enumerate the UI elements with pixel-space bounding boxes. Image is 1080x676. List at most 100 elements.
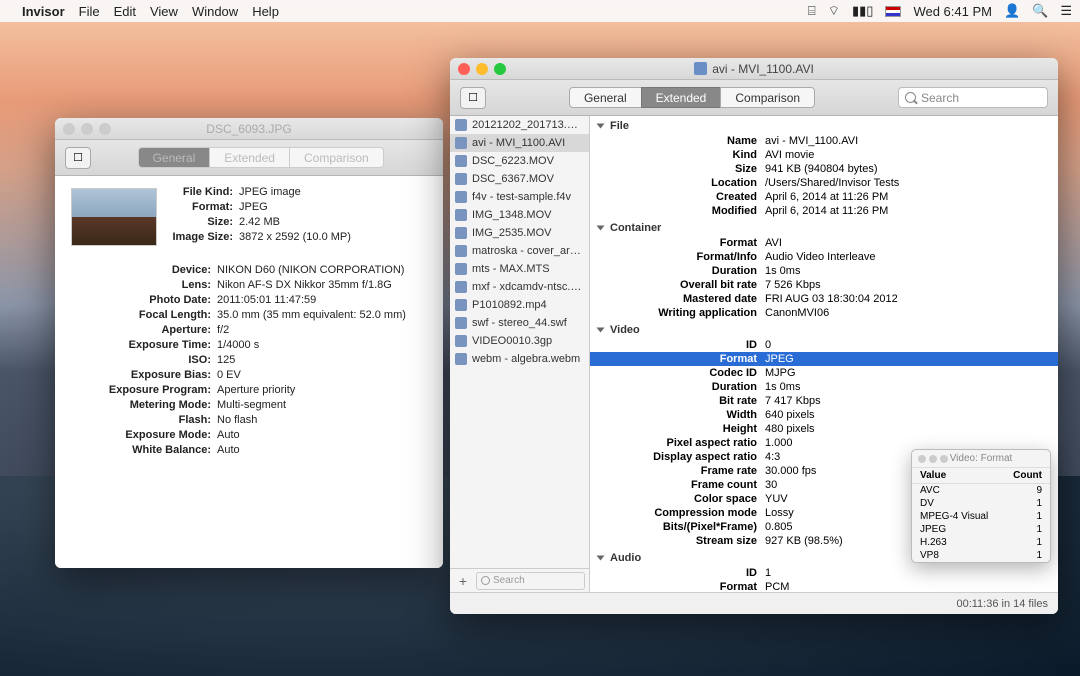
app-name[interactable]: Invisor	[22, 4, 65, 19]
tab-general[interactable]: General	[569, 87, 642, 108]
detail-row[interactable]: Height480 pixels	[590, 422, 1058, 436]
tab-comparison[interactable]: Comparison	[289, 147, 384, 168]
detail-row[interactable]: Writing applicationCanonMVI06	[590, 306, 1058, 320]
file-item[interactable]: P1010892.mp4	[450, 296, 589, 314]
file-item[interactable]: DSC_6223.MOV	[450, 152, 589, 170]
section-header[interactable]: File	[590, 116, 1058, 134]
wifi-icon[interactable]: ⌔	[828, 3, 840, 19]
file-item[interactable]: IMG_1348.MOV	[450, 206, 589, 224]
value: AVI movie	[765, 149, 1058, 161]
titlebar[interactable]: DSC_6093.JPG	[55, 118, 443, 140]
detail-row[interactable]: Nameavi - MVI_1100.AVI	[590, 134, 1058, 148]
value: FRI AUG 03 18:30:04 2012	[765, 293, 1058, 305]
add-button[interactable]: +	[454, 573, 472, 589]
detail-row[interactable]: CreatedApril 6, 2014 at 11:26 PM	[590, 190, 1058, 204]
count: 1	[1012, 550, 1042, 561]
popup-row[interactable]: VP81	[912, 549, 1050, 562]
value: VP8	[920, 550, 1012, 561]
traffic-lights[interactable]	[63, 123, 111, 135]
traffic-lights[interactable]	[458, 63, 506, 75]
titlebar[interactable]: avi - MVI_1100.AVI	[450, 58, 1058, 80]
label: Image Size:	[167, 231, 239, 243]
detail-row[interactable]: Overall bit rate7 526 Kbps	[590, 278, 1058, 292]
file-item[interactable]: matroska - cover_art.mkv	[450, 242, 589, 260]
detail-row[interactable]: FormatAVI	[590, 236, 1058, 250]
tab-extended[interactable]: Extended	[209, 147, 290, 168]
detail-row[interactable]: Location/Users/Shared/Invisor Tests	[590, 176, 1058, 190]
detail-row[interactable]: FormatPCM	[590, 580, 1058, 592]
label: Color space	[590, 493, 765, 505]
value: H.263	[920, 537, 1012, 548]
menu-help[interactable]: Help	[252, 4, 279, 19]
menu-window[interactable]: Window	[192, 4, 238, 19]
battery-icon[interactable]: ▮▮▯	[852, 3, 873, 19]
tab-comparison[interactable]: Comparison	[720, 87, 815, 108]
detail-row[interactable]: Duration1s 0ms	[590, 264, 1058, 278]
detail-row[interactable]: Bit rate7 417 Kbps	[590, 394, 1058, 408]
file-item[interactable]: DSC_6367.MOV	[450, 170, 589, 188]
popup-row[interactable]: AVC9	[912, 484, 1050, 497]
popup-row[interactable]: JPEG1	[912, 523, 1050, 536]
value: AVC	[920, 485, 1012, 496]
file-item[interactable]: 20121202_201713.mp4	[450, 116, 589, 134]
input-flag-icon[interactable]	[885, 6, 901, 17]
value: Auto	[217, 444, 431, 456]
detail-row[interactable]: FormatJPEG	[590, 352, 1058, 366]
popup-row[interactable]: MPEG-4 Visual1	[912, 510, 1050, 523]
detail-row[interactable]: KindAVI movie	[590, 148, 1058, 162]
detail-row[interactable]: ID0	[590, 338, 1058, 352]
sidebar-toggle-button[interactable]: ☐	[460, 87, 486, 109]
value: Aperture priority	[217, 384, 431, 396]
value: 2.42 MB	[239, 216, 431, 228]
value: April 6, 2014 at 11:26 PM	[765, 191, 1058, 203]
label: Height	[590, 423, 765, 435]
toolbar: ☐ General Extended Comparison	[55, 140, 443, 176]
clock[interactable]: Wed 6:41 PM	[913, 4, 992, 19]
file-list[interactable]: 20121202_201713.mp4avi - MVI_1100.AVIDSC…	[450, 116, 589, 568]
popup-titlebar[interactable]: Video: Format	[912, 450, 1050, 468]
sidebar-toggle-button[interactable]: ☐	[65, 147, 91, 169]
detail-row[interactable]: Format/InfoAudio Video Interleave	[590, 250, 1058, 264]
section-header[interactable]: Container	[590, 218, 1058, 236]
menu-view[interactable]: View	[150, 4, 178, 19]
popup-video-format[interactable]: Video: Format Value Count AVC9DV1MPEG-4 …	[911, 449, 1051, 563]
file-item[interactable]: f4v - test-sample.f4v	[450, 188, 589, 206]
spotlight-icon[interactable]: 🔍	[1032, 3, 1048, 19]
value: 640 pixels	[765, 409, 1058, 421]
file-item[interactable]: mts - MAX.MTS	[450, 260, 589, 278]
label: Duration	[590, 381, 765, 393]
meta-row: Device:NIKON D60 (NIKON CORPORATION)	[67, 262, 431, 277]
doc-icon	[694, 62, 707, 75]
file-item[interactable]: mxf - xdcamdv-ntsc.mxf	[450, 278, 589, 296]
file-item[interactable]: webm - algebra.webm	[450, 350, 589, 368]
section-header[interactable]: Video	[590, 320, 1058, 338]
detail-row[interactable]: Pixel aspect ratio1.000	[590, 436, 1058, 450]
search-input[interactable]: Search	[898, 87, 1048, 108]
file-item[interactable]: VIDEO0010.3gp	[450, 332, 589, 350]
sidebar-icon: ☐	[73, 151, 83, 164]
label: Device:	[67, 264, 217, 276]
statusbar: 00:11:36 in 14 files	[450, 592, 1058, 614]
user-icon[interactable]: 👤	[1004, 3, 1020, 19]
sidebar: 20121202_201713.mp4avi - MVI_1100.AVIDSC…	[450, 116, 590, 592]
detail-row[interactable]: ID1	[590, 566, 1058, 580]
detail-row[interactable]: Size941 KB (940804 bytes)	[590, 162, 1058, 176]
popup-row[interactable]: DV1	[912, 497, 1050, 510]
tab-general[interactable]: General	[138, 147, 211, 168]
popup-row[interactable]: H.2631	[912, 536, 1050, 549]
count: 1	[1012, 498, 1042, 509]
airplay-icon[interactable]: ⌸	[808, 3, 816, 19]
detail-row[interactable]: Duration1s 0ms	[590, 380, 1058, 394]
file-item[interactable]: avi - MVI_1100.AVI	[450, 134, 589, 152]
notif-icon[interactable]: ☰	[1060, 3, 1072, 19]
detail-row[interactable]: ModifiedApril 6, 2014 at 11:26 PM	[590, 204, 1058, 218]
tab-extended[interactable]: Extended	[641, 87, 722, 108]
menu-file[interactable]: File	[79, 4, 100, 19]
menu-edit[interactable]: Edit	[114, 4, 136, 19]
detail-row[interactable]: Width640 pixels	[590, 408, 1058, 422]
file-item[interactable]: swf - stereo_44.swf	[450, 314, 589, 332]
detail-row[interactable]: Mastered dateFRI AUG 03 18:30:04 2012	[590, 292, 1058, 306]
file-item[interactable]: IMG_2535.MOV	[450, 224, 589, 242]
detail-row[interactable]: Codec IDMJPG	[590, 366, 1058, 380]
sidebar-search-input[interactable]: Search	[476, 572, 585, 590]
